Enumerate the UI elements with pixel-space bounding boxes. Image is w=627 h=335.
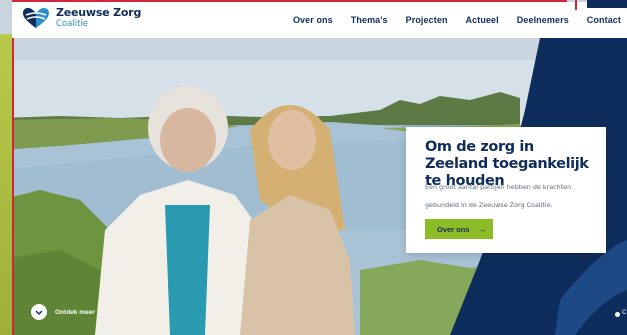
heart-logo-icon: [23, 8, 49, 28]
nav-item-actueel[interactable]: Actueel: [466, 15, 499, 25]
frame-border-left: [12, 0, 14, 335]
top-right-block: [587, 0, 627, 8]
logo-subtitle: Coalitie: [56, 19, 88, 30]
over-ons-button[interactable]: Over ons →: [425, 219, 493, 239]
discover-more-label: Ontdek meer: [55, 308, 95, 316]
top-right-edge: [575, 0, 627, 10]
hero-card: Om de zorg in Zeeland toegankelijk te ho…: [406, 127, 606, 253]
site-header: Zeeuwse Zorg Coalitie Over ons Thema's P…: [12, 2, 627, 38]
nav-item-deelnemers[interactable]: Deelnemers: [517, 15, 569, 25]
discover-more-link[interactable]: Ontdek meer: [31, 304, 95, 320]
logo-name: Zeeuwse Zorg: [56, 6, 142, 20]
slider-dot[interactable]: [615, 312, 620, 317]
main-nav: Over ons Thema's Projecten Actueel Deeln…: [275, 2, 621, 38]
logo[interactable]: Zeeuwse Zorg Coalitie: [22, 7, 141, 29]
slider-label: C: [622, 310, 627, 316]
chevron-down-icon: [31, 304, 47, 320]
hero-text: Een groot aantal partijen hebben de krac…: [425, 183, 572, 209]
arrow-right-icon: →: [477, 224, 487, 234]
over-ons-button-label: Over ons: [437, 224, 470, 234]
nav-item-over-ons[interactable]: Over ons: [293, 15, 333, 25]
nav-item-contact[interactable]: Contact: [587, 15, 621, 25]
nav-item-projecten[interactable]: Projecten: [406, 15, 448, 25]
frame-border-right: [575, 0, 577, 10]
nav-item-themas[interactable]: Thema's: [351, 15, 388, 25]
frame-left-edge: [0, 34, 12, 335]
